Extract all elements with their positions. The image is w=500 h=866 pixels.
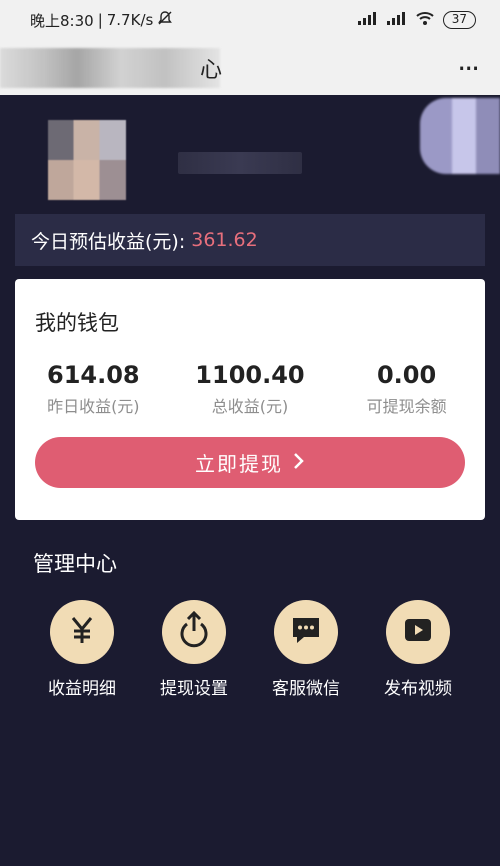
stat-label: 可提现余额 <box>366 397 447 416</box>
wallet-title: 我的钱包 <box>35 311 119 335</box>
profile-badge-redacted[interactable] <box>420 98 500 174</box>
mgmt-label: 收益明细 <box>48 679 116 699</box>
status-speed: 7.7K/s <box>106 11 154 29</box>
mgmt-icon-circle <box>386 600 450 664</box>
mute-icon <box>157 10 173 30</box>
more-options-icon[interactable]: ... <box>457 46 480 80</box>
stat-value: 1100.40 <box>195 361 305 389</box>
power-icon <box>177 610 211 653</box>
status-separator: | <box>97 11 103 29</box>
mgmt-icon-circle <box>162 600 226 664</box>
wallet-stats: 614.08 昨日收益(元) 1100.40 总收益(元) 0.00 可提现余额 <box>15 361 485 417</box>
mgmt-label: 提现设置 <box>160 679 228 699</box>
signal-icon <box>357 11 377 29</box>
wallet-card: 我的钱包 614.08 昨日收益(元) 1100.40 总收益(元) 0.00 … <box>15 279 485 520</box>
avatar[interactable] <box>48 120 126 200</box>
stat-value: 0.00 <box>376 361 437 389</box>
status-bar: 晚上8:30 | 7.7K/s 37 <box>0 0 500 40</box>
page-title: 心 <box>200 58 223 83</box>
management-title: 管理中心 <box>33 552 117 576</box>
today-earnings-value: 361.62 <box>191 229 258 251</box>
mgmt-icon-circle <box>50 600 114 664</box>
mgmt-item-earnings-detail[interactable]: 收益明细 <box>26 600 138 699</box>
hd-signal-icon <box>385 11 407 29</box>
today-earnings-label: 今日预估收益(元): <box>31 230 186 253</box>
stat-total: 1100.40 总收益(元) <box>172 361 329 417</box>
mgmt-item-customer-service[interactable]: 客服微信 <box>250 600 362 699</box>
status-time: 晚上8:30 <box>30 11 94 30</box>
stat-label: 昨日收益(元) <box>47 397 140 416</box>
mgmt-icon-circle <box>274 600 338 664</box>
stat-value: 614.08 <box>47 361 140 389</box>
chevron-right-icon <box>293 451 305 475</box>
stat-withdrawable: 0.00 可提现余额 <box>328 361 485 417</box>
wifi-icon <box>415 10 435 30</box>
play-video-icon <box>402 615 434 649</box>
username-redacted <box>178 152 302 174</box>
title-bar: 心 ... <box>0 40 500 95</box>
withdraw-button-label: 立即提现 <box>195 452 283 476</box>
mgmt-label: 发布视频 <box>384 679 452 699</box>
title-redacted-blur <box>0 47 220 88</box>
stat-label: 总收益(元) <box>211 397 289 416</box>
management-grid: 收益明细 提现设置 客服微信 发布视频 <box>0 600 500 699</box>
mgmt-label: 客服微信 <box>272 679 340 699</box>
withdraw-button[interactable]: 立即提现 <box>35 437 465 488</box>
yen-icon <box>68 615 96 649</box>
status-right: 37 <box>357 10 476 30</box>
status-left: 晚上8:30 | 7.7K/s <box>30 10 173 31</box>
mgmt-item-withdraw-settings[interactable]: 提现设置 <box>138 600 250 699</box>
today-earnings-bar: 今日预估收益(元): 361.62 <box>15 214 485 266</box>
battery-indicator: 37 <box>442 11 476 29</box>
stat-yesterday: 614.08 昨日收益(元) <box>15 361 172 417</box>
chat-icon <box>290 615 322 649</box>
mgmt-item-publish-video[interactable]: 发布视频 <box>362 600 474 699</box>
